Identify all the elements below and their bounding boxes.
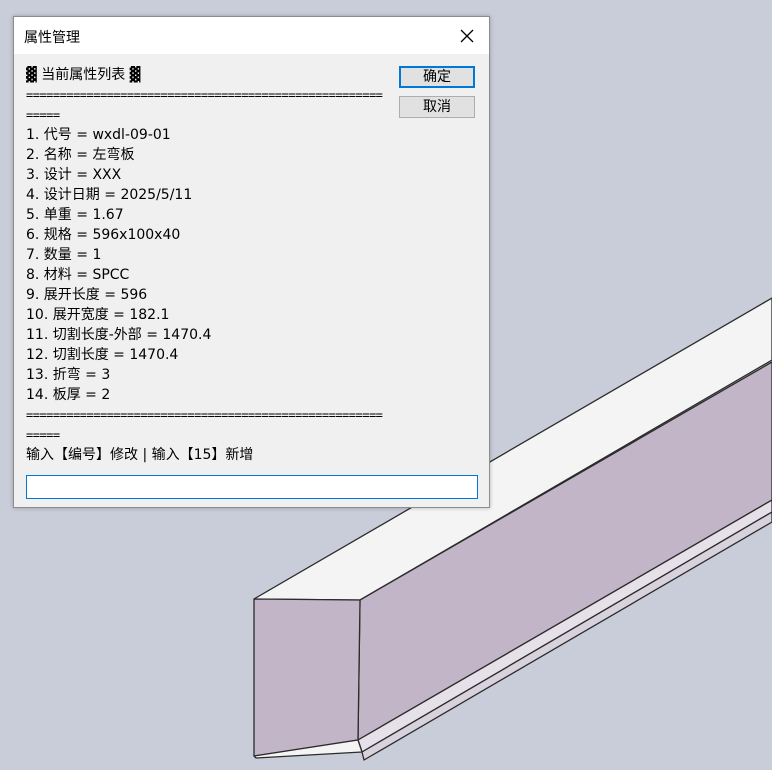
property-item: 2. 名称 = 左弯板 xyxy=(26,147,135,163)
cancel-button[interactable]: 取消 xyxy=(399,96,475,118)
property-list: ▓ 当前属性列表 ▓ =============================… xyxy=(26,65,386,465)
property-item: 4. 设计日期 = 2025/5/11 xyxy=(26,187,193,203)
close-icon[interactable] xyxy=(445,17,489,54)
property-item: 7. 数量 = 1 xyxy=(26,247,102,263)
dialog-titlebar: 属性管理 xyxy=(14,17,489,54)
ok-button[interactable]: 确定 xyxy=(399,66,475,88)
dialog-title: 属性管理 xyxy=(24,30,80,46)
property-manager-dialog: 属性管理 ▓ 当前属性列表 ▓ ========================… xyxy=(13,16,490,508)
property-item: 11. 切割长度-外部 = 1470.4 xyxy=(26,327,212,343)
property-item: 9. 展开长度 = 596 xyxy=(26,287,148,303)
property-item: 5. 单重 = 1.67 xyxy=(26,207,124,223)
list-header: ▓ 当前属性列表 ▓ xyxy=(26,67,141,83)
input-prompt: 输入【编号】修改 | 输入【15】新增 xyxy=(26,447,254,463)
property-item: 6. 规格 = 596x100x40 xyxy=(26,227,181,243)
property-item: 14. 板厚 = 2 xyxy=(26,387,111,403)
property-item: 3. 设计 = XXX xyxy=(26,167,122,183)
property-input[interactable] xyxy=(26,475,478,499)
property-item: 10. 展开宽度 = 182.1 xyxy=(26,307,170,323)
property-item: 12. 切割长度 = 1470.4 xyxy=(26,347,179,363)
separator-top: ========================================… xyxy=(26,88,383,122)
property-item: 8. 材料 = SPCC xyxy=(26,267,130,283)
property-item: 1. 代号 = wxdl-09-01 xyxy=(26,127,171,143)
separator-bottom: ========================================… xyxy=(26,408,383,442)
property-item: 13. 折弯 = 3 xyxy=(26,367,111,383)
